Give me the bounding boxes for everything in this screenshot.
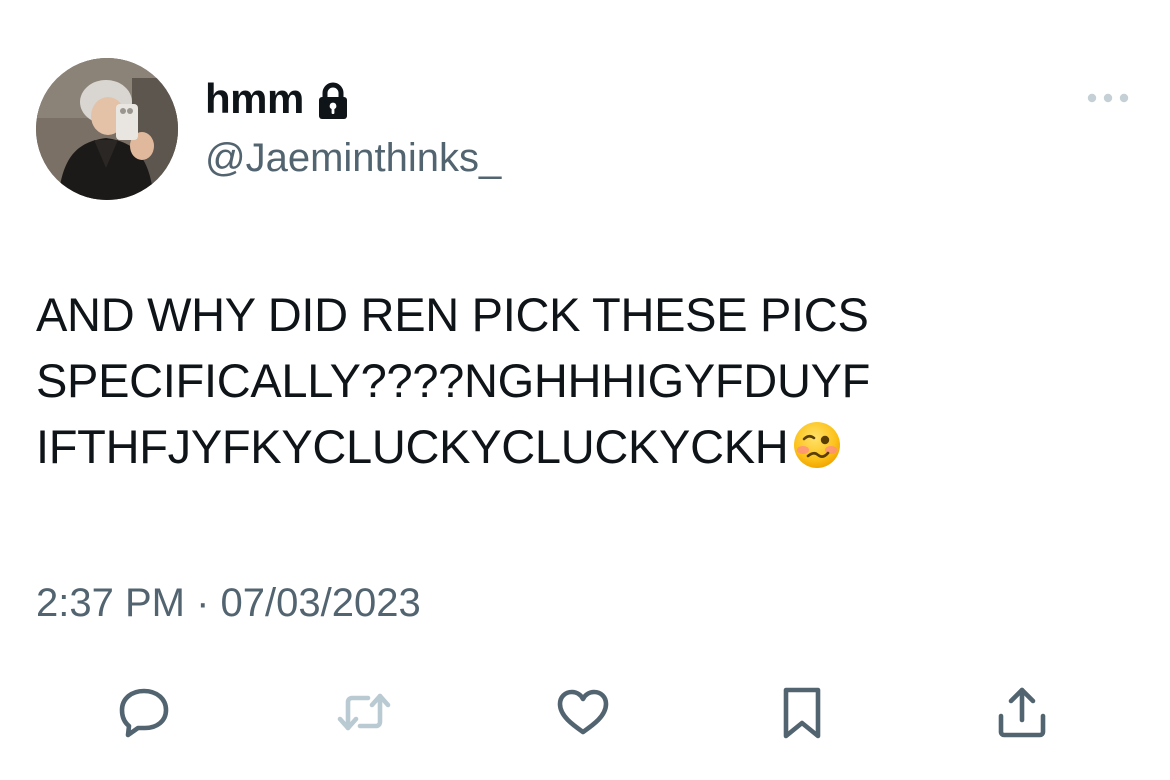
author-handle[interactable]: @Jaeminthinks_ (205, 134, 501, 182)
tweet-text: AND WHY DID REN PICK THESE PICS SPECIFIC… (36, 282, 1116, 480)
tweet-text-line: SPECIFICALLY????NGHHHIGYFDUYF (36, 354, 871, 407)
heart-icon (557, 689, 609, 735)
bookmark-button[interactable] (770, 680, 834, 744)
avatar-photo (36, 58, 178, 200)
tweet-text-line-content: IFTHFJYFKYCLUCKYCLUCKYCKH (36, 420, 789, 473)
tweet-text-line: AND WHY DID REN PICK THESE PICS (36, 288, 869, 341)
profile-avatar[interactable] (36, 58, 178, 200)
share-icon (998, 687, 1046, 738)
retweet-icon (337, 693, 391, 731)
author-name-row: hmm (205, 74, 350, 124)
lock-icon (316, 78, 350, 120)
more-options-icon (1087, 93, 1129, 103)
tweet-timestamp[interactable]: 2:37 PM · 07/03/2023 (36, 578, 421, 628)
like-button[interactable] (551, 680, 615, 744)
woozy-face-emoji (792, 420, 842, 470)
tweet: hmm @Jaeminthinks_ AND WHY DID REN PICK … (0, 0, 1170, 780)
share-button[interactable] (990, 680, 1054, 744)
reply-button[interactable] (112, 680, 176, 744)
retweet-button[interactable] (332, 680, 396, 744)
bookmark-icon (783, 687, 821, 739)
more-options-button[interactable] (1080, 82, 1136, 114)
tweet-text-line-last: IFTHFJYFKYCLUCKYCLUCKYCKH (36, 414, 1116, 480)
tweet-action-bar (0, 680, 1170, 750)
reply-icon (119, 688, 169, 738)
display-name[interactable]: hmm (205, 74, 304, 124)
